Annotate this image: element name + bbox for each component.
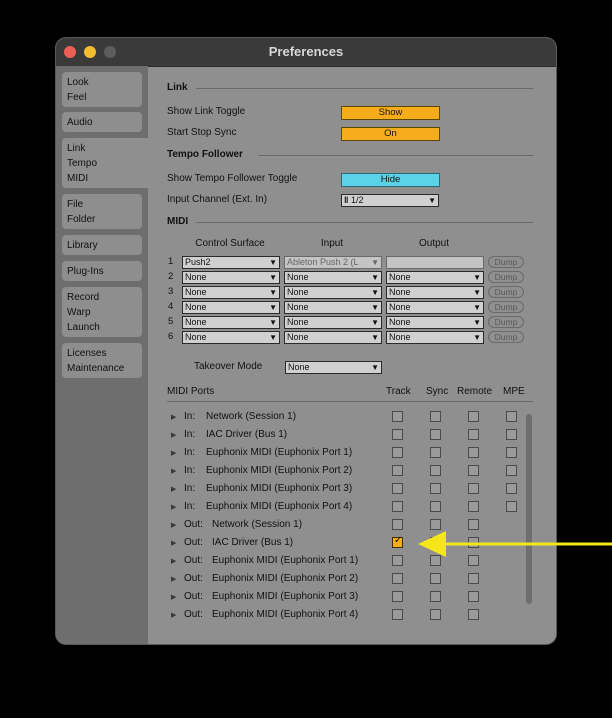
annotation-arrow-head [418,531,446,557]
annotation-arrow-icon [418,531,612,557]
